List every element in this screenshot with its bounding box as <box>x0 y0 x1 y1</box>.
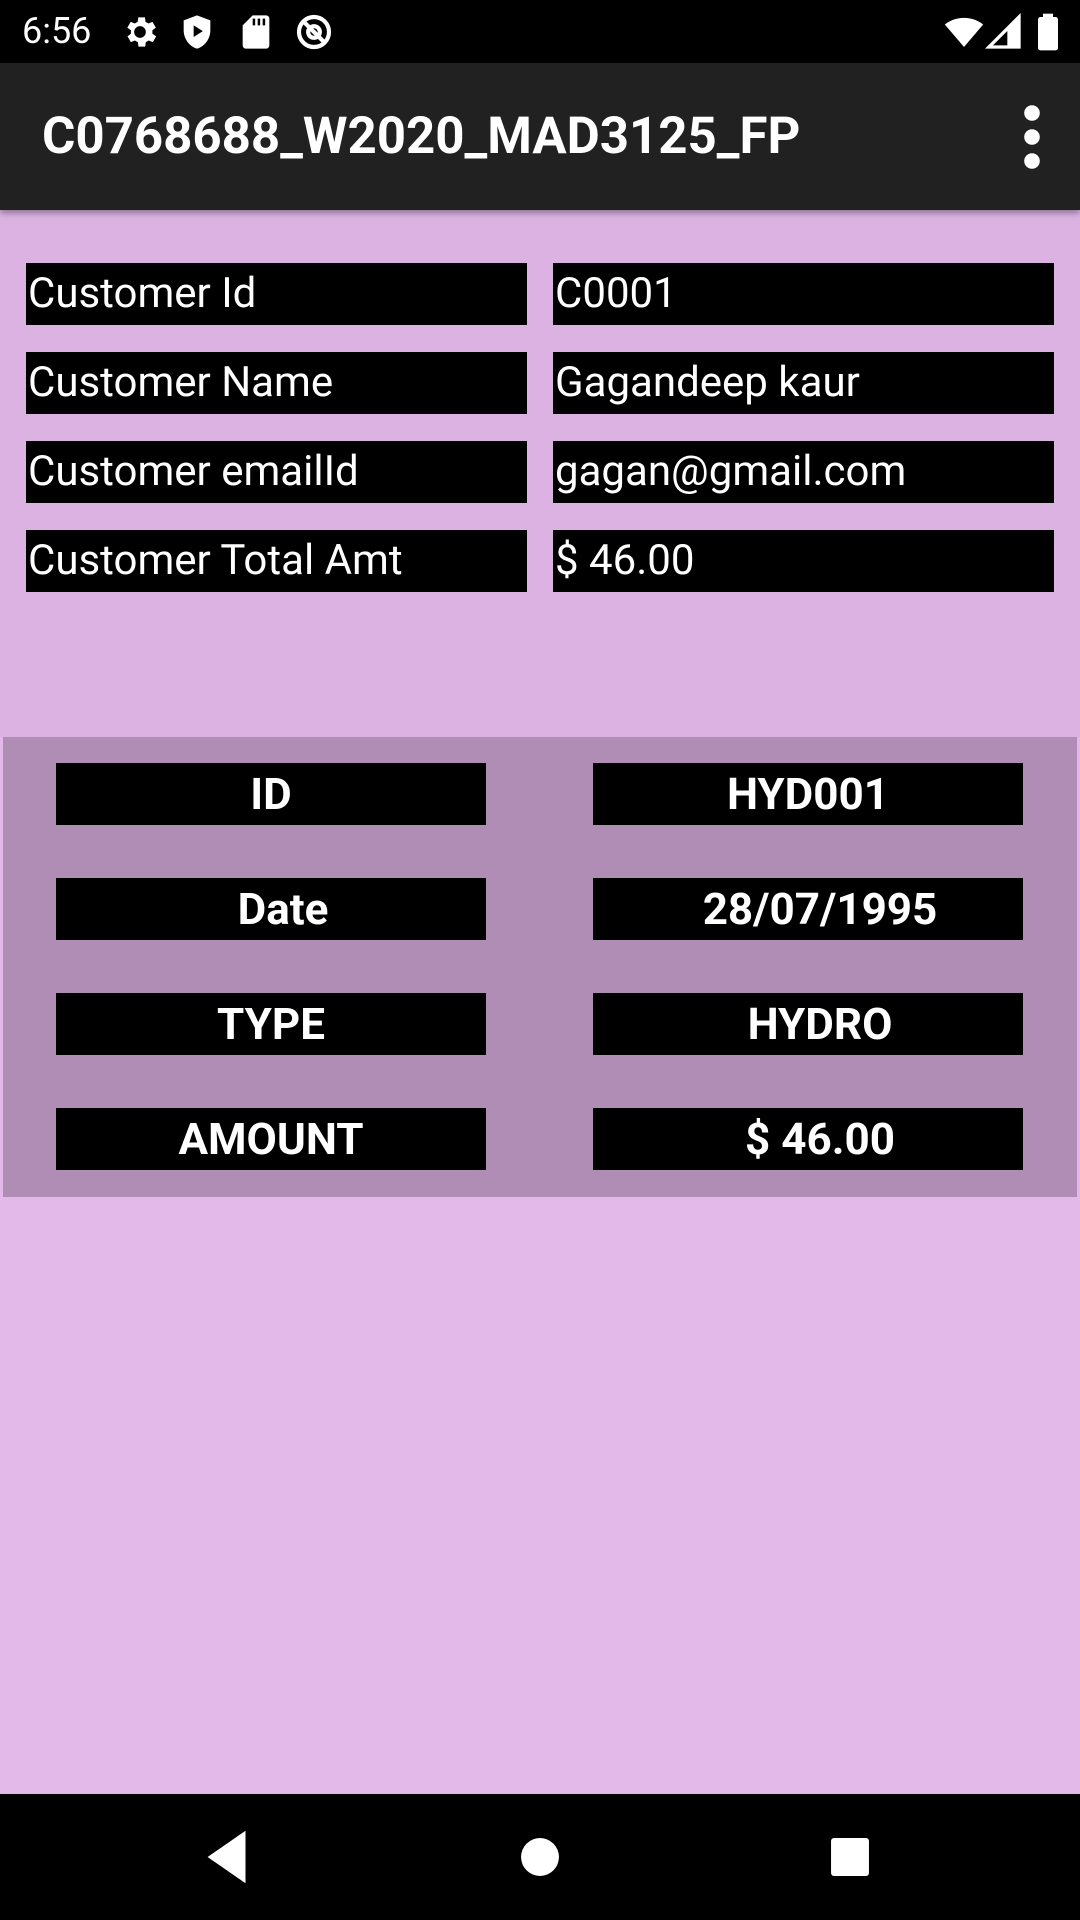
home-icon[interactable] <box>505 1822 575 1892</box>
app-bar: C0768688_W2020_MAD3125_FP <box>0 63 1080 210</box>
customer-details-section: Customer Id C0001 Customer Name Gagandee… <box>0 210 1080 737</box>
bill-type-value: HYDRO <box>593 993 1023 1055</box>
bill-id-label: ID <box>56 763 486 825</box>
customer-name-value: Gagandeep kaur <box>553 352 1054 414</box>
bill-date-value: 28/07/1995 <box>593 878 1023 940</box>
shield-play-icon <box>177 12 217 52</box>
recents-icon[interactable] <box>815 1822 885 1892</box>
status-time: 6:56 <box>22 10 92 52</box>
gear-icon <box>120 12 160 52</box>
customer-email-label: Customer emailId <box>26 441 527 503</box>
wifi-icon <box>944 12 984 52</box>
cell-signal-icon <box>984 12 1024 52</box>
bill-amount-label: AMOUNT <box>56 1108 486 1170</box>
customer-id-value: C0001 <box>553 263 1054 325</box>
more-vert-icon[interactable] <box>1002 101 1062 173</box>
customer-email-value: gagan@gmail.com <box>553 441 1054 503</box>
battery-icon <box>1030 12 1066 52</box>
bill-id-value: HYD001 <box>593 763 1023 825</box>
app-title: C0768688_W2020_MAD3125_FP <box>42 107 801 166</box>
bill-amount-value: $ 46.00 <box>593 1108 1023 1170</box>
status-bar: 6:56 <box>0 0 1080 63</box>
nav-bar <box>0 1794 1080 1920</box>
bill-date-label: Date <box>56 878 486 940</box>
bill-card[interactable]: ID HYD001 Date 28/07/1995 TYPE HYDRO AMO… <box>3 737 1077 1197</box>
customer-id-label: Customer Id <box>26 263 527 325</box>
customer-name-label: Customer Name <box>26 352 527 414</box>
at-circle-icon <box>294 12 334 52</box>
screen: 6:56 C0768688_W2020_MAD3125_FP Customer … <box>0 0 1080 1920</box>
customer-total-label: Customer Total Amt <box>26 530 527 592</box>
bill-type-label: TYPE <box>56 993 486 1055</box>
customer-total-value: $ 46.00 <box>553 530 1054 592</box>
sd-card-icon <box>236 12 276 52</box>
back-icon[interactable] <box>193 1822 263 1892</box>
